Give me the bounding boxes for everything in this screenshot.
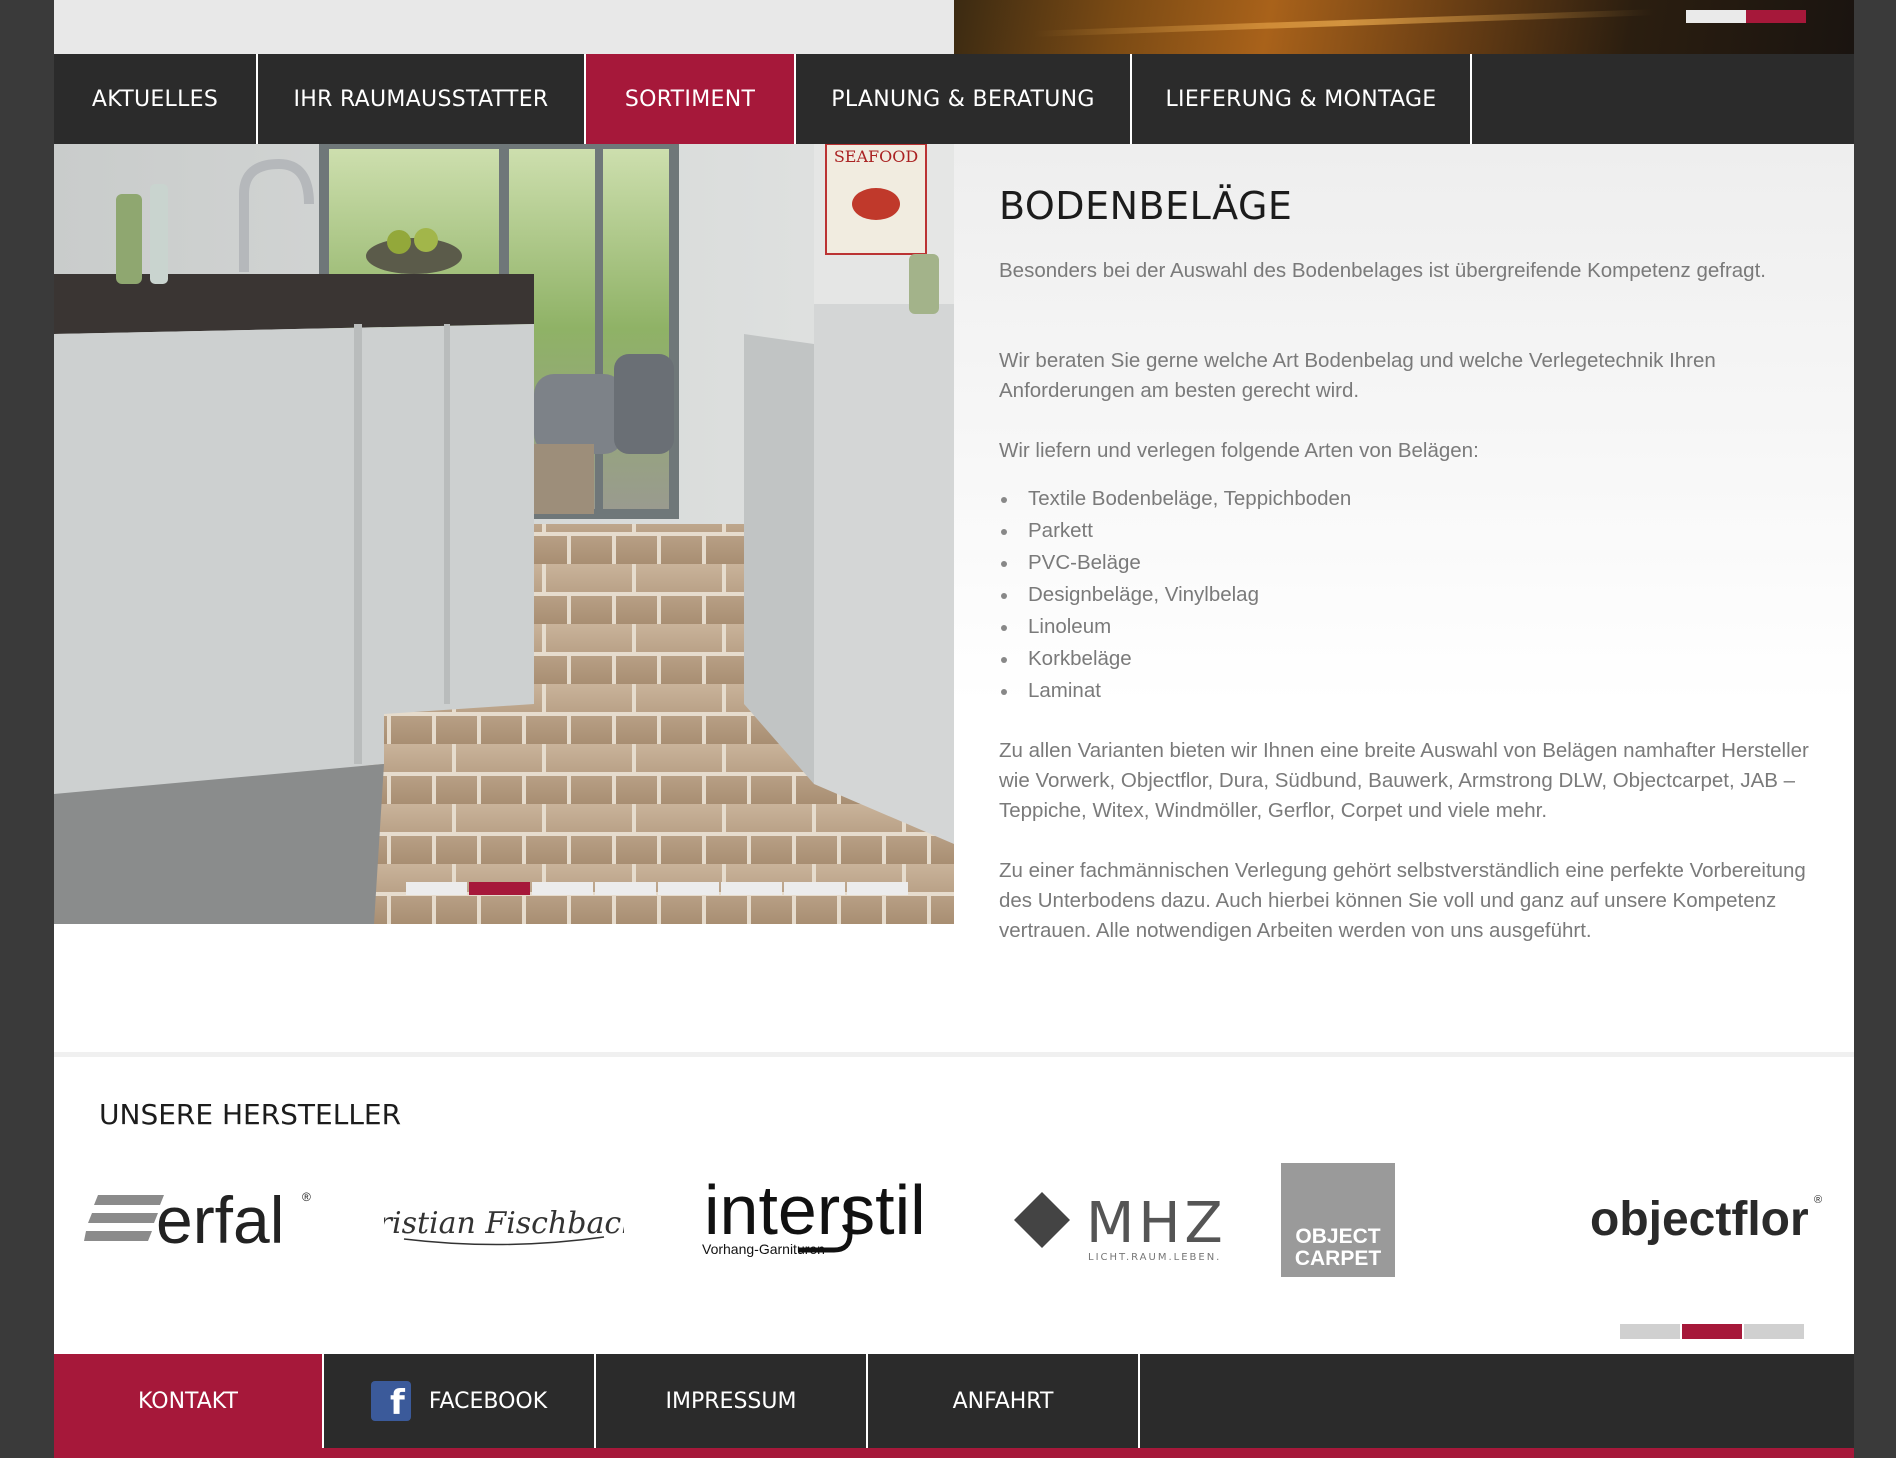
slider-dot-8[interactable] [847, 882, 908, 895]
svg-text:®: ® [302, 1190, 311, 1204]
logo-dot-2[interactable] [1682, 1324, 1742, 1339]
list-item: Parkett [999, 515, 1351, 547]
page: AKTUELLES IHR RAUMAUSSTATTER SORTIMENT P… [54, 0, 1854, 1458]
installation-paragraph: Zu einer fachmännischen Verlegung gehört… [999, 859, 1806, 942]
manufacturers-title: UNSERE HERSTELLER [99, 1098, 402, 1131]
footer-anfahrt[interactable]: ANFAHRT [868, 1354, 1140, 1448]
svg-text:OBJECT: OBJECT [1295, 1225, 1380, 1248]
list-item: PVC-Beläge [999, 547, 1351, 579]
logo-christian-fischbacher[interactable]: Christian Fischbacher [384, 1160, 624, 1280]
nav-item-lieferung-montage[interactable]: LIEFERUNG & MONTAGE [1132, 54, 1472, 144]
slider-dot-7[interactable] [784, 882, 845, 895]
nav-item-planung-beratung[interactable]: PLANUNG & BERATUNG [796, 54, 1132, 144]
list-item: Linoleum [999, 611, 1351, 643]
banner-dot-2[interactable] [1746, 10, 1806, 23]
list-item: Textile Bodenbeläge, Teppichboden [999, 483, 1351, 515]
slider-dot-3[interactable] [532, 882, 593, 895]
facebook-icon: f [370, 1381, 411, 1421]
list-item: Designbeläge, Vinylbelag [999, 579, 1351, 611]
nav-item-raumausstatter[interactable]: IHR RAUMAUSSTATTER [258, 54, 586, 144]
svg-text:LICHT.RAUM.LEBEN.: LICHT.RAUM.LEBEN. [1088, 1252, 1221, 1263]
logo-object-carpet[interactable]: OBJECT CARPET [1278, 1160, 1398, 1280]
svg-text:CARPET: CARPET [1295, 1247, 1382, 1270]
slider-dot-2[interactable] [469, 882, 530, 895]
page-title: BODENBELÄGE [999, 184, 1293, 228]
svg-text:Vorhang-Garnituren: Vorhang-Garnituren [702, 1241, 825, 1257]
svg-text:interstil: interstil [704, 1171, 924, 1249]
kitchen-floor-image: SEAFOOD [54, 144, 954, 924]
main-nav: AKTUELLES IHR RAUMAUSSTATTER SORTIMENT P… [54, 54, 1854, 144]
footer-impressum[interactable]: IMPRESSUM [596, 1354, 868, 1448]
header-left-panel [54, 0, 954, 54]
logo-dot-1[interactable] [1620, 1324, 1680, 1339]
list-intro-paragraph: Wir liefern und verlegen folgende Arten … [999, 439, 1479, 462]
advice-paragraph: Wir beraten Sie gerne welche Art Bodenbe… [999, 349, 1716, 402]
seafood-sign-text: SEAFOOD [834, 147, 918, 166]
slider-dot-6[interactable] [721, 882, 782, 895]
svg-text:Christian Fischbacher: Christian Fischbacher [384, 1206, 624, 1241]
footer-accent-bar [54, 1448, 1854, 1458]
svg-text:®: ® [1814, 1194, 1822, 1206]
slider-dot-1[interactable] [406, 882, 467, 895]
banner-dot-1[interactable] [1686, 10, 1746, 23]
manufacturers-paragraph: Zu allen Varianten bieten wir Ihnen eine… [999, 739, 1809, 822]
footer-kontakt[interactable]: KONTAKT [54, 1354, 324, 1448]
nav-item-aktuelles[interactable]: AKTUELLES [54, 54, 258, 144]
svg-text:MHZ: MHZ [1086, 1191, 1224, 1256]
content-panel: BODENBELÄGE Besonders bei der Auswahl de… [954, 144, 1854, 1044]
logo-interstil[interactable]: interstil Vorhang-Garnituren [684, 1160, 924, 1280]
nav-item-sortiment[interactable]: SORTIMENT [586, 54, 796, 144]
logo-dot-3[interactable] [1744, 1324, 1804, 1339]
slider-dot-4[interactable] [595, 882, 656, 895]
manufacturers-slider-dots [1620, 1324, 1804, 1339]
section-divider [54, 1052, 1854, 1057]
footer-facebook-label: FACEBOOK [428, 1388, 548, 1414]
list-item: Korkbeläge [999, 643, 1351, 675]
slider-dot-5[interactable] [658, 882, 719, 895]
header-banner-image [954, 0, 1854, 54]
flooring-types-list: Textile Bodenbeläge, Teppichboden Parket… [999, 483, 1351, 707]
logo-erfal[interactable]: erfal ® [84, 1160, 314, 1280]
hero-slider-dots [406, 882, 908, 895]
intro-paragraph: Besonders bei der Auswahl des Bodenbelag… [999, 259, 1766, 282]
svg-text:erfal: erfal [156, 1183, 284, 1257]
footer-nav: KONTAKT f FACEBOOK IMPRESSUM ANFAHRT [54, 1354, 1854, 1448]
footer-facebook[interactable]: f FACEBOOK [324, 1354, 596, 1448]
banner-slider-dots [1686, 10, 1806, 23]
svg-text:objectflor: objectflor [1590, 1193, 1809, 1246]
hero-slider: SEAFOOD [54, 144, 954, 924]
logo-mhz[interactable]: MHZ LICHT.RAUM.LEBEN. [984, 1160, 1224, 1280]
logo-objectflor[interactable]: objectflor ® [1584, 1160, 1834, 1280]
list-item: Laminat [999, 675, 1351, 707]
